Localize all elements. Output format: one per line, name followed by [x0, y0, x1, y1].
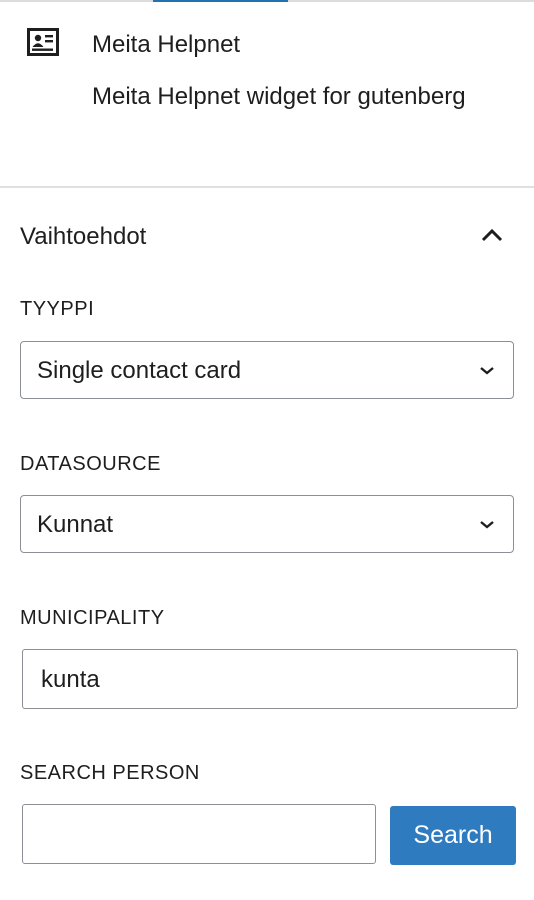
- block-title: Meita Helpnet: [92, 31, 241, 58]
- municipality-input[interactable]: kunta: [22, 649, 518, 709]
- type-select[interactable]: Single contact card: [20, 341, 514, 399]
- type-select-value: Single contact card: [37, 357, 242, 384]
- search-button[interactable]: Search: [390, 806, 516, 865]
- contact-card-icon: [26, 27, 60, 61]
- municipality-label: MUNICIPALITY: [20, 607, 165, 629]
- search-person-input[interactable]: [22, 804, 376, 864]
- chevron-up-icon: [478, 222, 506, 250]
- chevron-down-icon: [475, 512, 499, 536]
- datasource-label: DATASOURCE: [20, 453, 161, 475]
- chevron-down-icon: [475, 358, 499, 382]
- block-settings-sidebar: Meita Helpnet Meita Helpnet widget for g…: [0, 0, 534, 900]
- panel-title: Vaihtoehdot: [20, 223, 147, 250]
- datasource-select[interactable]: Kunnat: [20, 495, 514, 553]
- type-label: TYYPPI: [20, 298, 95, 320]
- datasource-select-value: Kunnat: [37, 511, 114, 538]
- panel-toggle[interactable]: Vaihtoehdot: [0, 188, 534, 284]
- block-card: Meita Helpnet Meita Helpnet widget for g…: [0, 2, 534, 186]
- search-person-label: SEARCH PERSON: [20, 762, 200, 784]
- block-description: Meita Helpnet widget for gutenberg: [92, 83, 466, 110]
- municipality-input-value: kunta: [41, 666, 100, 693]
